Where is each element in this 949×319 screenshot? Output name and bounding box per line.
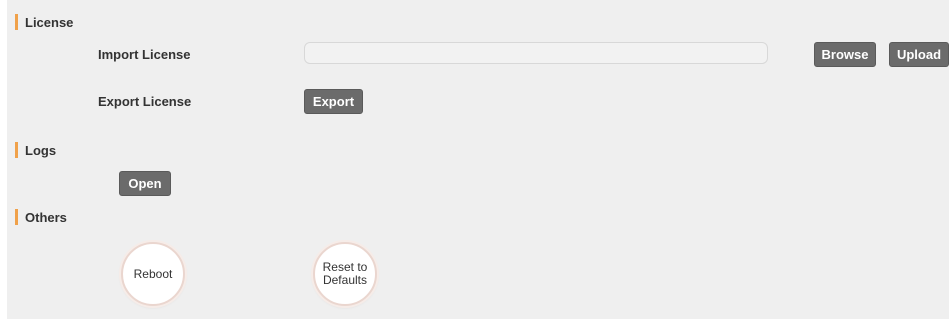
section-accent-bar [15, 142, 18, 158]
logs-section-header: Logs [15, 141, 56, 159]
section-accent-bar [15, 14, 18, 30]
section-accent-bar [15, 209, 18, 225]
others-section-title: Others [25, 209, 67, 225]
open-logs-button[interactable]: Open [119, 171, 171, 196]
import-license-file-input[interactable] [304, 42, 768, 64]
logs-section-title: Logs [25, 142, 57, 158]
reset-button-label: Reset to Defaults [323, 261, 368, 287]
settings-panel: License Import License Browse Upload Exp… [7, 0, 949, 319]
browse-button[interactable]: Browse [814, 42, 876, 67]
others-section-header: Others [15, 208, 67, 226]
license-section-title: License [25, 14, 74, 30]
export-button[interactable]: Export [304, 89, 363, 114]
reset-button-label-line2: Defaults [322, 273, 367, 287]
reboot-button-label: Reboot [133, 266, 173, 281]
upload-button[interactable]: Upload [889, 42, 949, 67]
reboot-button[interactable]: Reboot [121, 242, 185, 306]
import-license-label: Import License [98, 47, 191, 62]
export-license-label: Export License [98, 94, 192, 109]
license-section-header: License [15, 13, 73, 31]
reset-to-defaults-button[interactable]: Reset to Defaults [313, 242, 377, 306]
